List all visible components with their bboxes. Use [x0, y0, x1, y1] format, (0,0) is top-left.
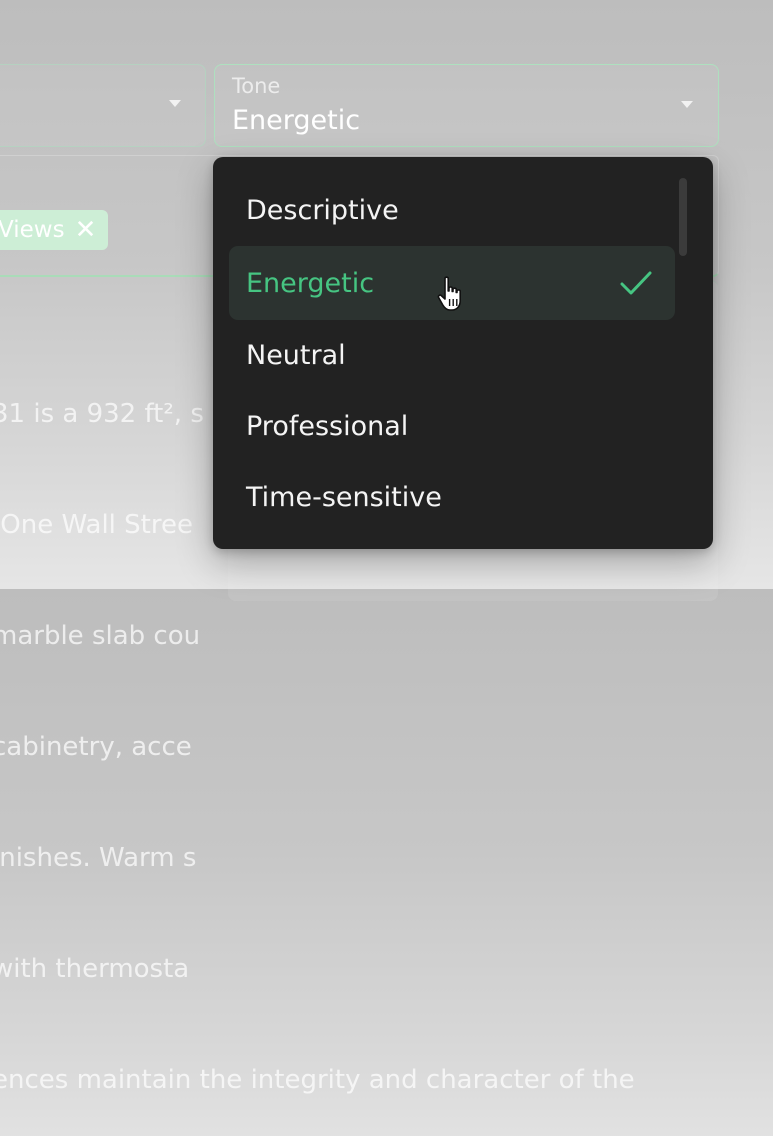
dropdown-scrollbar[interactable] — [679, 178, 687, 256]
hand-pointer-icon — [437, 276, 461, 311]
description-line: marble slab cou — [0, 621, 201, 651]
chevron-down-icon[interactable] — [681, 101, 693, 108]
description-line: with thermosta — [0, 954, 190, 984]
option-label: Descriptive — [246, 194, 399, 226]
option-neutral[interactable]: Neutral — [229, 318, 675, 392]
option-professional[interactable]: Professional — [229, 389, 675, 463]
left-select-field[interactable] — [0, 64, 206, 147]
tone-label: Tone — [232, 74, 281, 98]
description-line: cabinetry, acce — [0, 732, 192, 762]
checkmark-icon — [620, 271, 652, 295]
tag-chip: Views ✕ — [0, 210, 108, 250]
chevron-down-icon — [169, 100, 181, 107]
tone-dropdown-menu: Descriptive Energetic Neutral Profession… — [213, 157, 713, 549]
tone-select[interactable]: Tone Energetic — [214, 64, 719, 147]
close-icon[interactable]: ✕ — [75, 217, 97, 243]
description-line: ences maintain the integrity and charact… — [0, 1065, 635, 1095]
option-label: Neutral — [246, 339, 346, 371]
tone-value: Energetic — [232, 105, 361, 136]
option-descriptive[interactable]: Descriptive — [229, 173, 675, 247]
option-label: Professional — [246, 410, 409, 442]
option-label: Energetic — [246, 267, 375, 299]
option-label: Time-sensitive — [246, 481, 442, 513]
tag-chip-label: Views — [0, 217, 65, 243]
description-line: inishes. Warm s — [0, 843, 197, 873]
option-time-sensitive[interactable]: Time-sensitive — [229, 460, 675, 534]
